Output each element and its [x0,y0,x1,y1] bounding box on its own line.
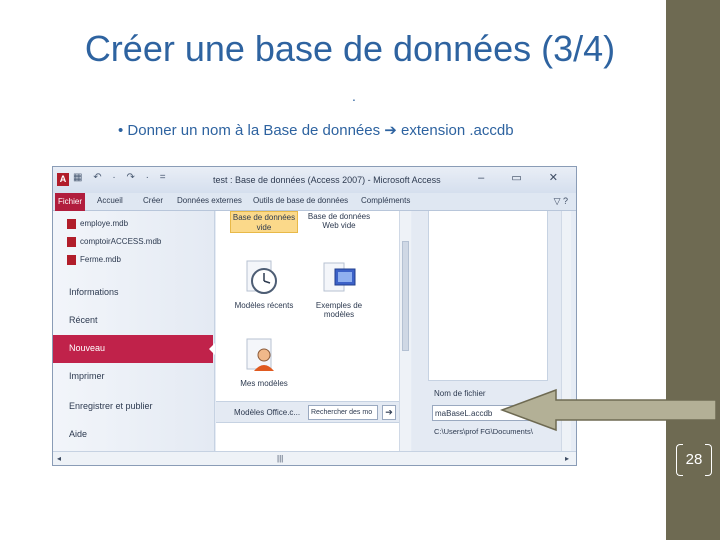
templates-panel: Base de données vide Base de données Web… [216,211,411,451]
access-screenshot: A ▦ ↶ · ↷ · = test : Base de données (Ac… [52,166,577,466]
search-go-icon[interactable]: ➔ [382,405,396,420]
scroll-thumb[interactable] [402,241,409,351]
sample-templates-icon [323,262,356,292]
nav-imprimer[interactable]: Imprimer [69,371,105,381]
office-templates-label: Modèles Office.c... [234,408,301,417]
bullet-text: • Donner un nom à la Base de données ➔ e… [118,122,514,139]
window-title: test : Base de données (Access 2007) - M… [213,175,441,185]
template-blank-db-line1: Base de données [232,213,296,222]
scroll-left-icon[interactable]: ◂ [57,454,61,463]
template-mine[interactable]: Mes modèles [224,379,304,388]
tab-creer[interactable]: Créer [143,196,163,205]
horizontal-scrollbar[interactable]: ◂ ||| ▸ [53,451,576,465]
tab-accueil[interactable]: Accueil [97,196,123,205]
access-file-icon [67,255,76,265]
tab-outils-bdd[interactable]: Outils de base de données [253,196,348,205]
bracket-left [676,444,683,476]
template-web-db-line2: Web vide [322,221,356,230]
recent-file-label: comptoirACCESS.mdb [80,237,162,247]
selection-pointer-icon [209,343,215,355]
nav-aide[interactable]: Aide [69,429,87,439]
template-samples[interactable]: Exemples de modèles [304,301,374,319]
quick-access-toolbar[interactable]: ▦ ↶ · ↷ · = [73,172,170,183]
office-templates-bar: Modèles Office.c... Rechercher des mo ➔ [216,401,411,423]
template-preview [428,211,548,381]
access-file-icon [67,219,76,229]
tab-fichier[interactable]: Fichier [55,193,85,211]
templates-scrollbar[interactable] [399,211,411,451]
window-controls[interactable]: – ▭ ✕ [478,171,570,184]
recent-file[interactable]: employe.mdb [67,219,128,229]
page-number: 28 [676,442,712,478]
slide-title: Créer une base de données (3/4) [84,28,616,69]
template-blank-db-line2: vide [256,223,272,232]
title-dot: . [352,88,356,104]
clock-icon [246,260,277,294]
recent-file-label: employe.mdb [80,219,129,229]
template-blank-db[interactable]: Base de données vide [230,211,298,233]
nav-enregistrer-publier[interactable]: Enregistrer et publier [69,401,153,411]
template-web-db-line1: Base de données [307,212,371,221]
nav-recent[interactable]: Récent [69,315,98,325]
nav-nouveau[interactable]: Nouveau [53,335,215,363]
window-titlebar: A ▦ ↶ · ↷ · = test : Base de données (Ac… [53,167,576,193]
template-samples-line2: modèles [323,310,355,319]
template-recent[interactable]: Modèles récents [224,301,304,310]
user-icon [246,338,274,371]
help-icon[interactable]: ▽ ? [554,196,568,207]
slide: Créer une base de données (3/4) . • Donn… [0,0,720,540]
access-app-icon[interactable]: A [57,173,69,186]
tab-complements[interactable]: Compléments [361,196,410,205]
recent-file[interactable]: comptoirACCESS.mdb [67,237,161,247]
template-samples-line1: Exemples de [315,301,363,310]
scroll-right-icon[interactable]: ▸ [565,454,569,463]
file-name-label: Nom de fichier [434,389,486,398]
callout-arrow [500,388,717,432]
tab-donnees-externes[interactable]: Données externes [177,196,242,205]
recent-file[interactable]: Ferme.mdb [67,255,121,265]
recent-file-label: Ferme.mdb [80,255,121,265]
page-number-text: 28 [685,451,703,468]
scroll-grip-icon[interactable]: ||| [277,454,283,463]
nav-nouveau-label: Nouveau [69,343,106,353]
access-file-icon [67,237,76,247]
backstage-nav: employe.mdb comptoirACCESS.mdb Ferme.mdb… [53,211,215,451]
nav-informations[interactable]: Informations [69,287,119,297]
template-search-input[interactable]: Rechercher des mo [308,405,378,420]
bracket-right [705,444,712,476]
ribbon-tabs: Fichier Accueil Créer Données externes O… [53,193,576,211]
template-web-db[interactable]: Base de données Web vide [304,212,374,230]
